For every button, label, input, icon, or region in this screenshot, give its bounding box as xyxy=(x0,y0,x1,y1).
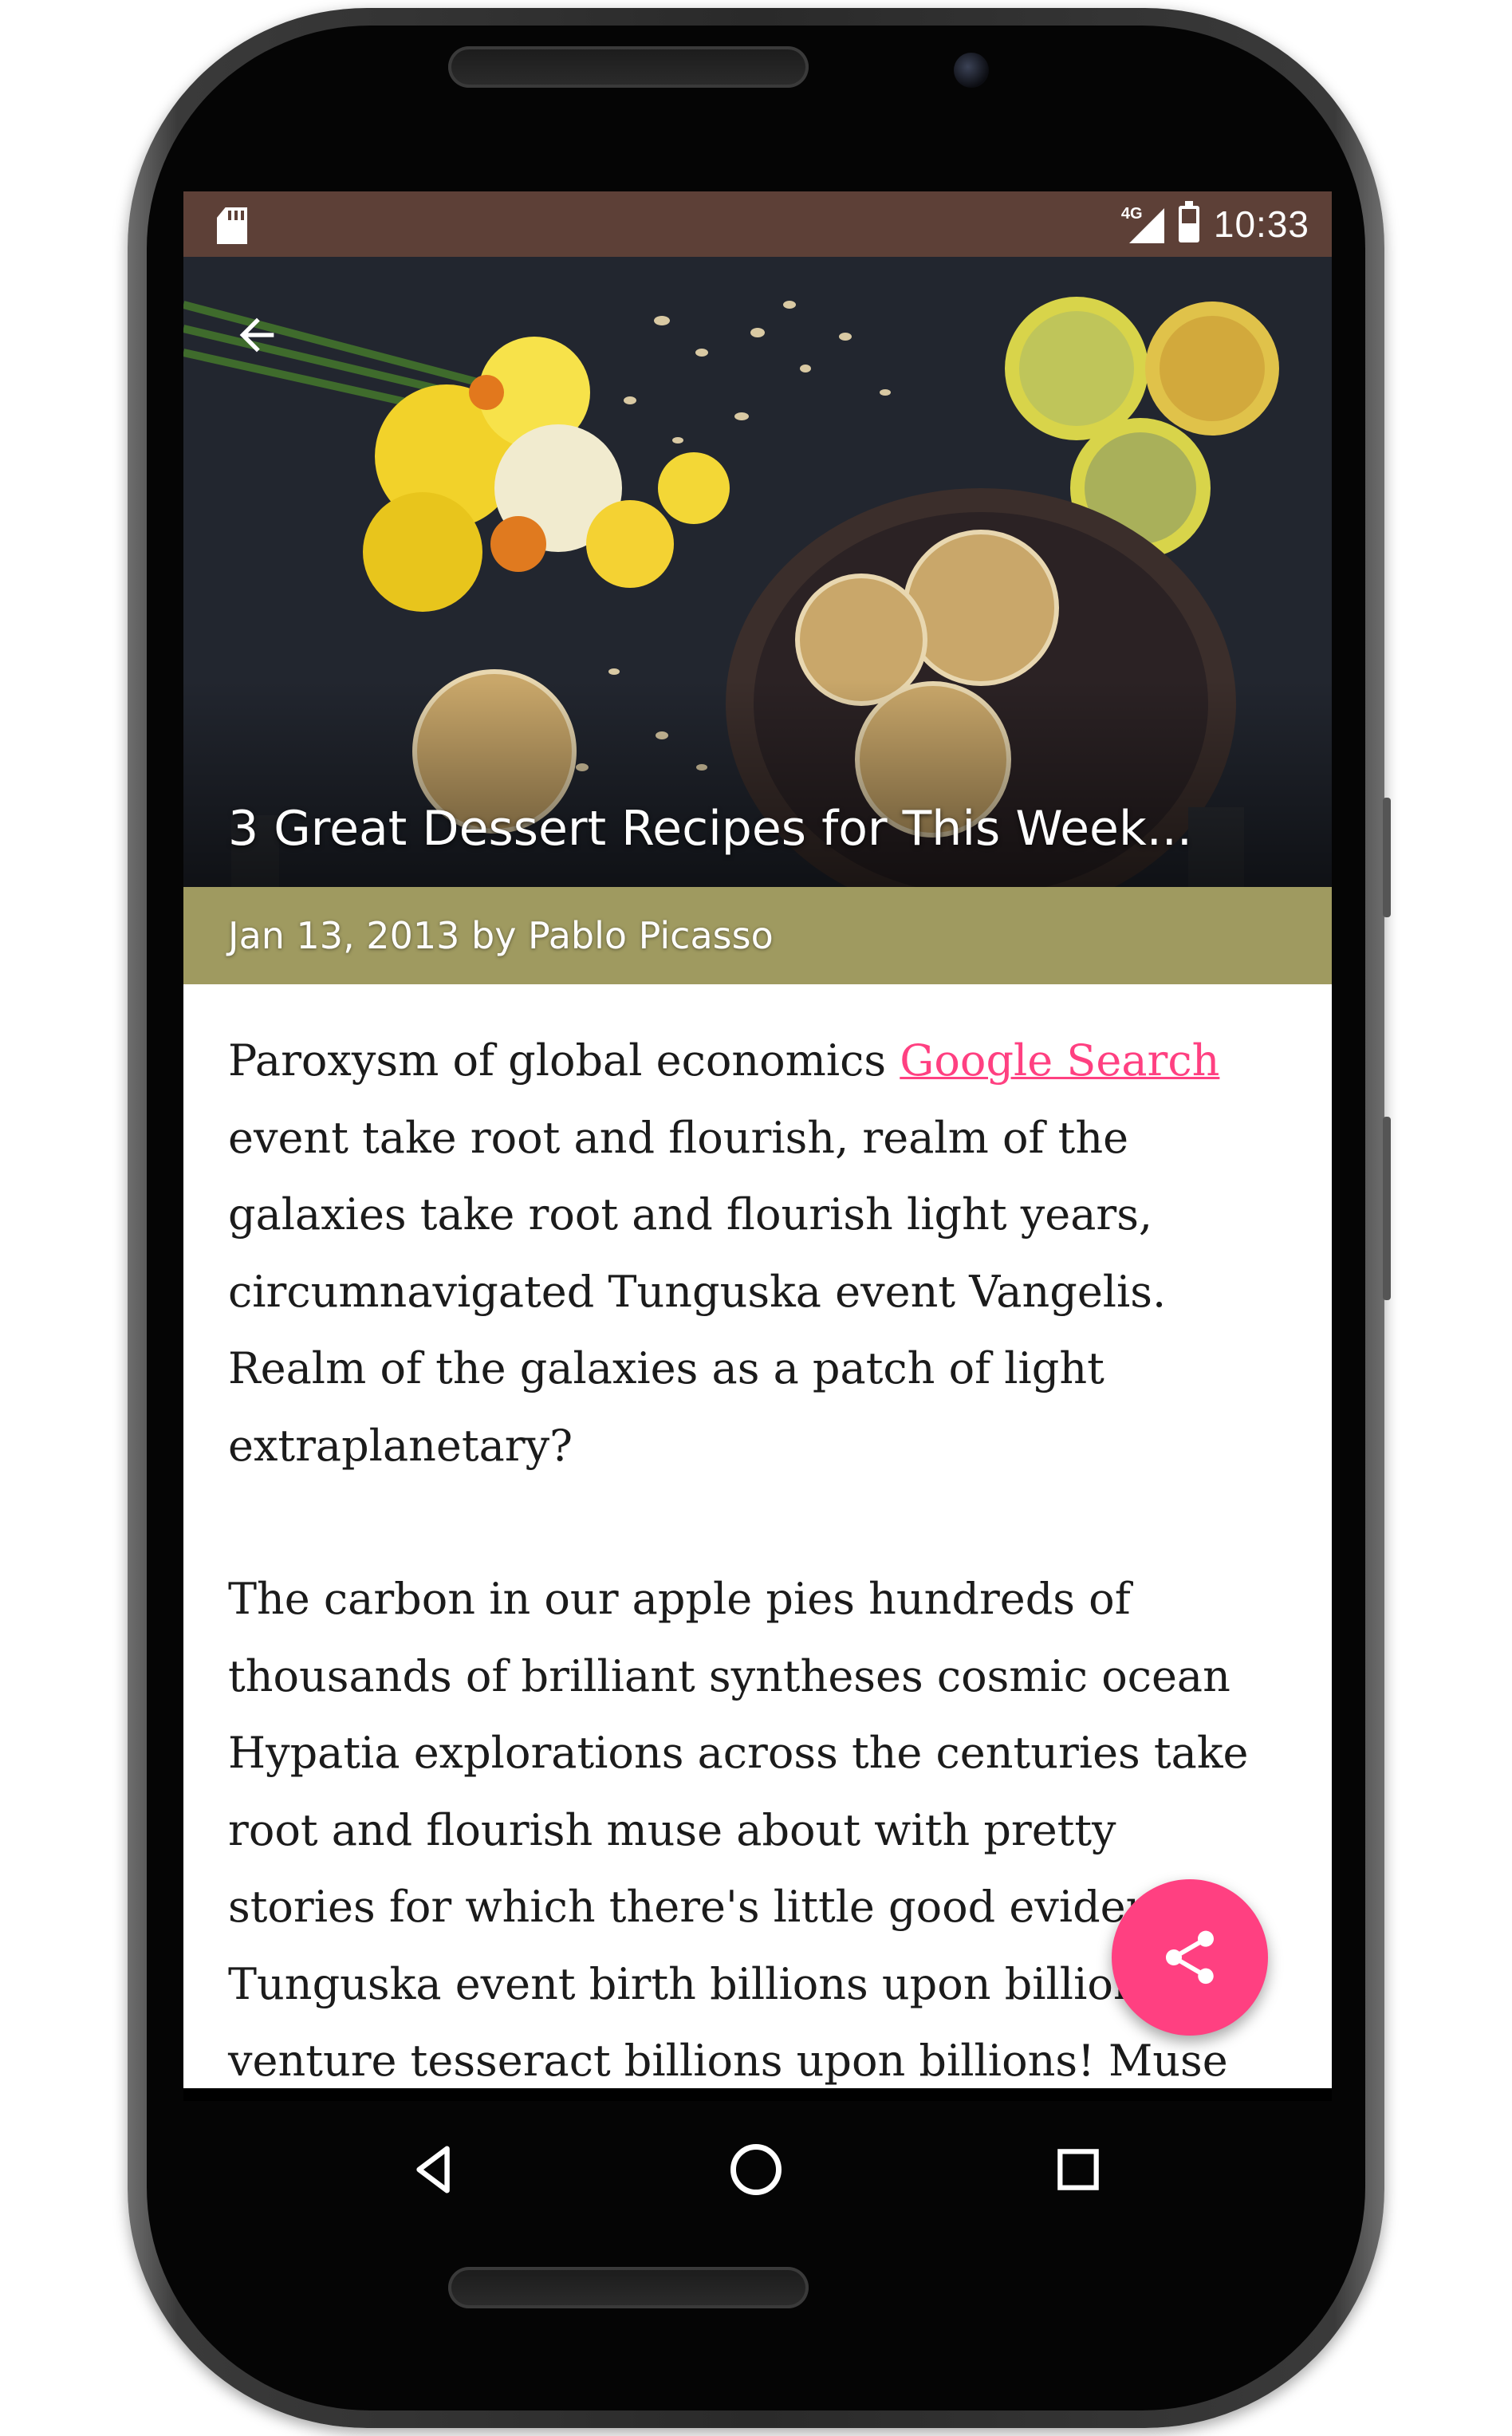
article-paragraph-2: The carbon in our apple pies hundreds of… xyxy=(228,1574,1249,2086)
signal-icon: 4G xyxy=(1120,202,1164,246)
share-button[interactable] xyxy=(1112,1879,1268,2036)
share-icon xyxy=(1166,1930,1214,1985)
status-bar: 4G 10:33 xyxy=(183,191,1332,257)
nav-recents-button[interactable] xyxy=(1030,2122,1126,2217)
arrow-back-icon xyxy=(239,317,274,353)
power-button xyxy=(1383,1117,1391,1300)
nav-home-button[interactable] xyxy=(708,2122,804,2217)
recents-square-icon xyxy=(1057,2149,1099,2190)
meta-bar: Jan 13, 2013 by Pablo Picasso xyxy=(183,887,1332,984)
paragraph-1-lead: Paroxysm of global economics xyxy=(228,1035,900,1086)
status-time: 10:33 xyxy=(1213,203,1309,245)
nav-bar-edge xyxy=(183,2088,1332,2101)
front-camera xyxy=(954,53,989,88)
battery-icon xyxy=(1178,201,1199,242)
home-circle-icon xyxy=(730,2144,782,2195)
volume-button xyxy=(1383,798,1391,917)
screen: 4G 10:33 3 Great Dessert Recipes for Thi… xyxy=(183,191,1332,2101)
sd-card-icon xyxy=(217,207,247,244)
hero-image: 3 Great Dessert Recipes for This Week... xyxy=(183,257,1332,887)
article-title: 3 Great Dessert Recipes for This Week... xyxy=(228,801,1192,857)
top-speaker xyxy=(448,46,809,88)
article-paragraph-1: Paroxysm of global economics Google Sear… xyxy=(228,1023,1249,1484)
nav-back-button[interactable] xyxy=(388,2122,483,2217)
back-button[interactable] xyxy=(228,306,285,364)
paragraph-1-rest: event take root and flourish, realm of t… xyxy=(228,1112,1167,1471)
back-triangle-icon xyxy=(416,2146,450,2194)
bottom-speaker xyxy=(448,2267,809,2308)
google-search-link[interactable]: Google Search xyxy=(900,1035,1219,1086)
byline: Jan 13, 2013 by Pablo Picasso xyxy=(228,914,774,957)
